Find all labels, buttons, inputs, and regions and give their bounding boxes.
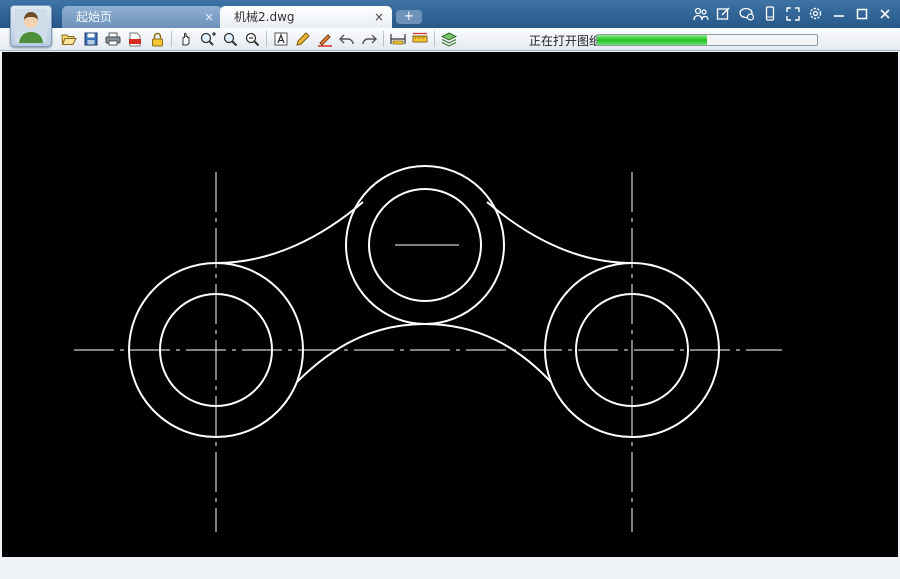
phone-icon[interactable]: [760, 4, 779, 23]
status-label: 正在打开图纸: [529, 34, 602, 48]
open-icon[interactable]: [58, 29, 80, 49]
tab-close-icon[interactable]: ×: [374, 6, 384, 28]
toolbar-separator: [383, 31, 384, 47]
tab-close-icon[interactable]: ×: [204, 6, 214, 28]
users-icon[interactable]: [691, 4, 710, 23]
toolbar-buttons: [58, 29, 460, 49]
settings-icon[interactable]: [806, 4, 825, 23]
tab-label: 机械2.dwg: [234, 10, 295, 24]
tab-drawing[interactable]: 机械2.dwg ×: [220, 6, 392, 28]
loading-progress-bar: [596, 34, 818, 46]
edit-icon[interactable]: [714, 4, 733, 23]
zoom-in-icon[interactable]: [197, 29, 219, 49]
pan-icon[interactable]: [175, 29, 197, 49]
minimize-icon[interactable]: [829, 4, 848, 23]
toolbar-separator: [171, 31, 172, 47]
undo-icon[interactable]: [336, 29, 358, 49]
new-tab-button[interactable]: +: [396, 10, 422, 24]
toolbar: 正在打开图纸: [0, 28, 900, 51]
layers-icon[interactable]: [438, 29, 460, 49]
progress-fill: [597, 35, 707, 45]
markup-icon[interactable]: [314, 29, 336, 49]
save-icon[interactable]: [80, 29, 102, 49]
tab-label: 起始页: [76, 10, 113, 24]
pdf-icon[interactable]: [124, 29, 146, 49]
bottom-strip: [0, 557, 900, 579]
print-icon[interactable]: [102, 29, 124, 49]
toolbar-separator: [434, 31, 435, 47]
window-controls: [691, 4, 894, 23]
maximize-icon[interactable]: [852, 4, 871, 23]
avatar[interactable]: [10, 5, 52, 47]
toolbar-separator: [266, 31, 267, 47]
zoom-extent-icon[interactable]: [241, 29, 263, 49]
redo-icon[interactable]: [358, 29, 380, 49]
close-icon[interactable]: [875, 4, 894, 23]
lock-icon[interactable]: [146, 29, 168, 49]
upper-right-arc: [486, 201, 633, 264]
cloud-icon[interactable]: [737, 4, 756, 23]
drawing-canvas[interactable]: [2, 52, 898, 557]
lower-connecting-arc: [296, 322, 552, 383]
zoom-window-icon[interactable]: [219, 29, 241, 49]
pencil-icon[interactable]: [292, 29, 314, 49]
measure-icon[interactable]: [387, 29, 409, 49]
text-icon[interactable]: [270, 29, 292, 49]
dimension-icon[interactable]: [409, 29, 431, 49]
title-bar: 起始页 × 机械2.dwg × +: [0, 0, 900, 28]
fullscreen-icon[interactable]: [783, 4, 802, 23]
upper-left-arc: [215, 201, 364, 264]
cad-drawing: [74, 165, 782, 532]
tab-start-page[interactable]: 起始页 ×: [62, 6, 222, 28]
